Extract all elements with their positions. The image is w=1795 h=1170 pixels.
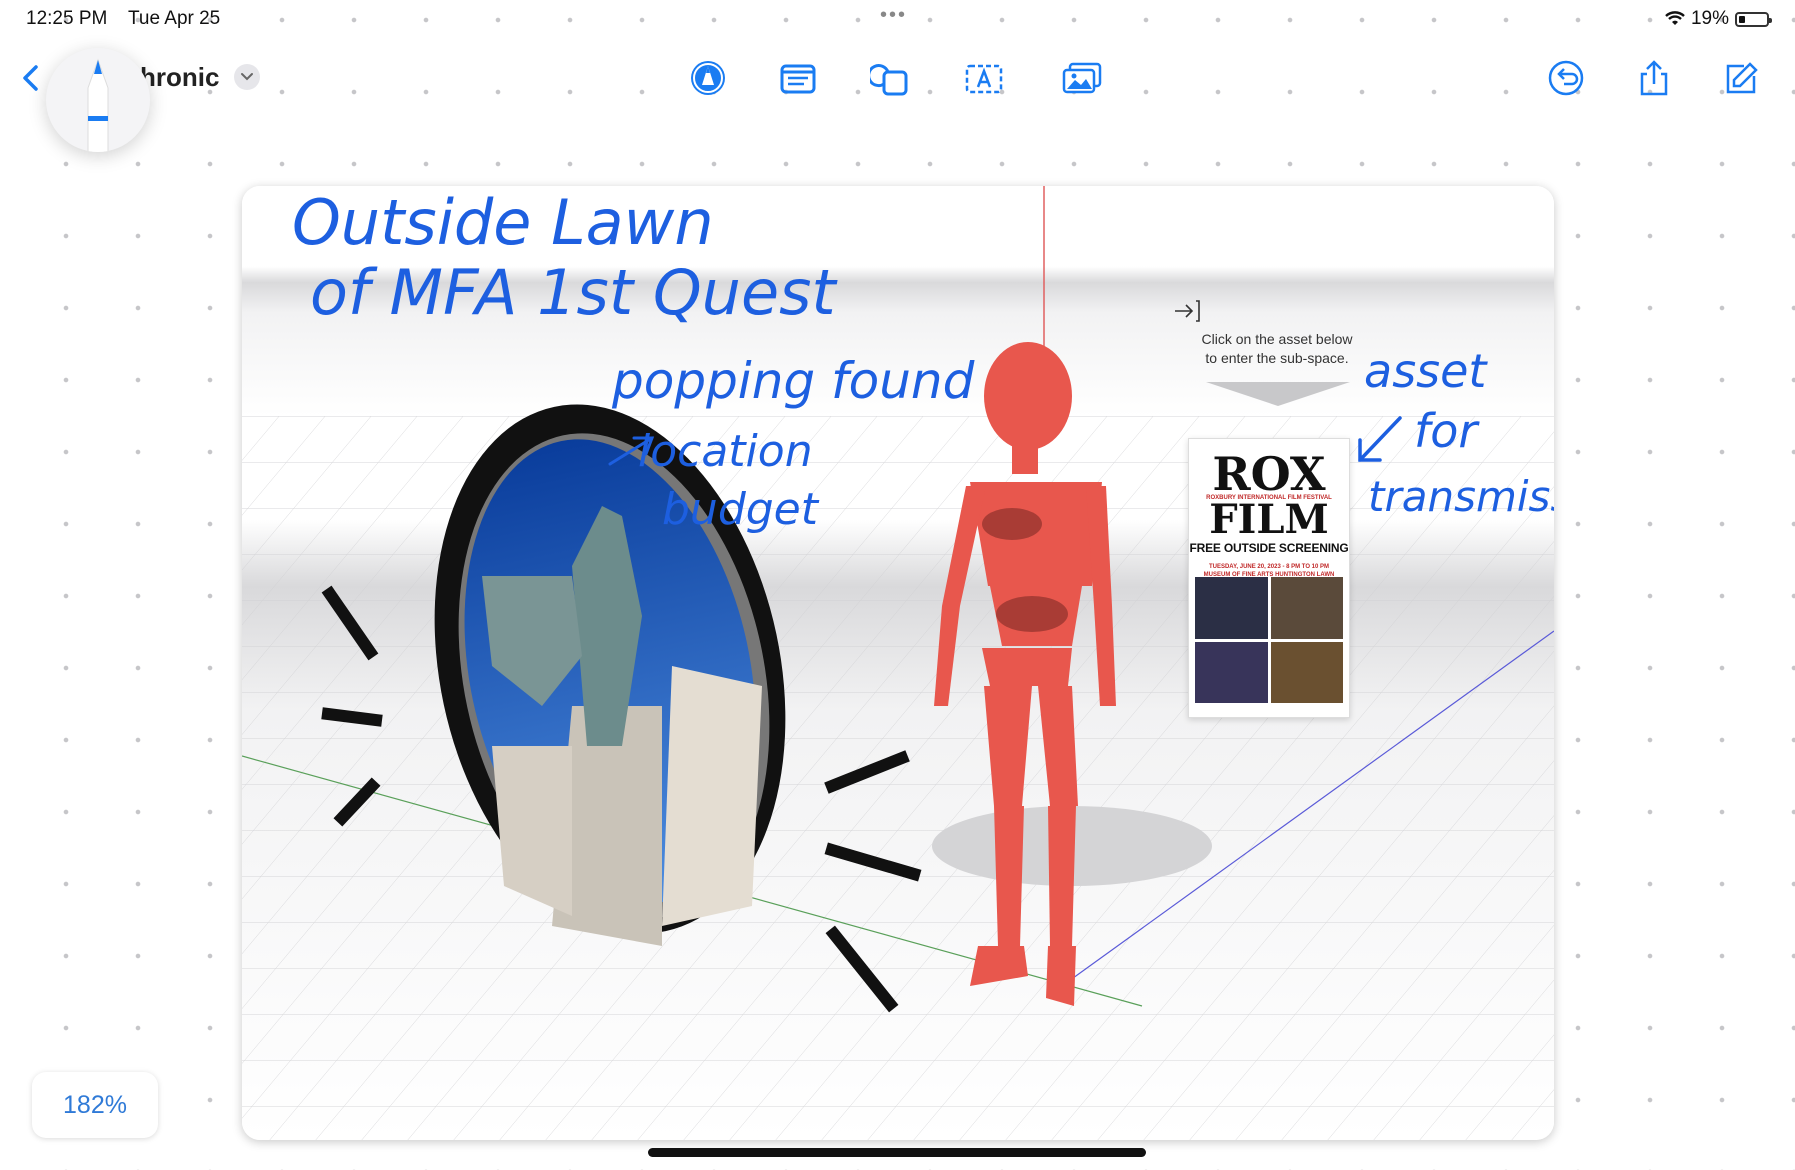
handwriting-title-line2: of MFA 1st Quest	[310, 256, 836, 329]
handwriting-for: for	[1414, 404, 1478, 458]
scene-canvas[interactable]: Click on the asset below to enter the su…	[242, 186, 1554, 1140]
status-right: 19%	[1665, 8, 1772, 30]
handwriting-location: location	[638, 426, 813, 477]
status-bar: 12:25 PM Tue Apr 25 ••• 19%	[0, 0, 1795, 36]
poster-rox: ROX	[1212, 447, 1326, 501]
handwriting-title-line1: Outside Lawn	[292, 186, 714, 259]
battery-icon	[1735, 11, 1772, 27]
status-date: Tue Apr 25	[128, 8, 221, 29]
battery-percent: 19%	[1690, 8, 1729, 29]
home-indicator[interactable]	[648, 1148, 1146, 1157]
subspace-hint: Click on the asset below to enter the su…	[1182, 330, 1372, 368]
hint-line-2: to enter the sub-space.	[1205, 350, 1349, 366]
multitasking-dots-icon[interactable]: •••	[880, 4, 907, 27]
handwriting-transmission: transmission	[1368, 472, 1554, 521]
zoom-level-badge[interactable]: 182%	[32, 1072, 158, 1138]
wifi-icon	[1665, 11, 1685, 25]
film-poster-asset[interactable]: ROX ROXBURY INTERNATIONAL FILM FESTIVAL …	[1188, 438, 1350, 718]
handwriting-popping: popping found	[612, 352, 975, 410]
text-A-icon[interactable]	[960, 54, 1008, 102]
status-time: 12:25 PM	[26, 8, 108, 29]
hint-line-1: Click on the asset below	[1201, 331, 1353, 347]
pencil-tool-bubble[interactable]	[46, 48, 150, 152]
enter-arrow-icon	[1172, 296, 1202, 326]
share-icon[interactable]	[1630, 54, 1678, 102]
hint-down-arrow-icon	[1206, 382, 1350, 406]
pen-tool-icon[interactable]	[684, 54, 732, 102]
annotation-arrow-icon	[1358, 416, 1402, 462]
handwriting-asset: asset	[1364, 344, 1487, 398]
undo-icon[interactable]	[1542, 54, 1590, 102]
photo-icon[interactable]	[1058, 54, 1106, 102]
board-title[interactable]: hronic	[140, 62, 219, 93]
poster-screening: FREE OUTSIDE SCREENING	[1189, 541, 1349, 555]
poster-film: FILM	[1209, 496, 1329, 543]
toolbar: hronic	[0, 48, 1795, 108]
annotation-arrow-small-icon	[608, 436, 655, 466]
poster-photos	[1195, 577, 1343, 703]
handwriting-budget: budget	[662, 484, 818, 535]
poster-date: TUESDAY, JUNE 20, 2023 - 8 PM TO 10 PM	[1208, 564, 1330, 570]
text-box-icon[interactable]	[774, 54, 822, 102]
shapes-icon[interactable]	[866, 54, 914, 102]
title-chevron-down-icon[interactable]	[234, 64, 260, 90]
pencil-icon	[87, 58, 109, 152]
compose-icon[interactable]	[1718, 54, 1766, 102]
